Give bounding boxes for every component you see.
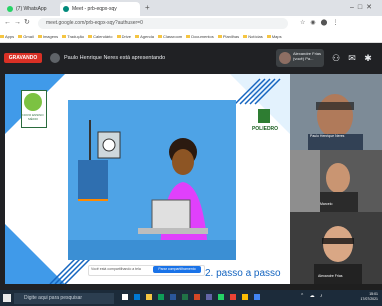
bookmark-item[interactable]: Agenda — [135, 34, 154, 39]
bookmark-item[interactable]: Imagens — [38, 34, 58, 39]
leaf-icon — [24, 93, 42, 111]
bookmark-item[interactable]: Maps — [267, 34, 282, 39]
taskbar-search[interactable]: Digite aqui para pesquisar — [14, 293, 114, 304]
extension-icons[interactable]: ☆◉⬤⋮ — [300, 19, 343, 26]
logo-text: NOVO ENSINO MÉDIO — [22, 113, 44, 121]
slide-caption: 2. passo a passo — [205, 268, 281, 279]
whatsapp-icon[interactable] — [218, 294, 224, 300]
windows-start-icon[interactable] — [3, 294, 11, 302]
participant-tile[interactable]: Alexandre Frias — [290, 212, 382, 284]
people-icon[interactable]: ⚇ — [330, 52, 342, 64]
window-controls[interactable]: –□✕ — [350, 3, 376, 11]
bookmark-item[interactable]: Apps — [0, 34, 14, 39]
tab-label: (7) WhatsApp — [16, 6, 47, 12]
participant-name: Marcelo — [320, 202, 333, 206]
word-icon[interactable] — [170, 294, 176, 300]
participant-name: Paulo Henrique Neres — [310, 134, 345, 138]
excel-icon[interactable] — [182, 294, 188, 300]
bookmark-item[interactable]: Tradução — [62, 34, 84, 39]
participant-tile[interactable]: Marcelo — [290, 150, 382, 212]
bookmark-item[interactable]: Calendário — [88, 34, 112, 39]
powerpoint-icon[interactable] — [194, 294, 200, 300]
browser-tab-bar: (7) WhatsApp Meet - prb-eqpx-sqy + –□✕ — [0, 0, 382, 16]
bookmark-item[interactable]: Classroom — [158, 34, 182, 39]
taskbar-clock[interactable]: 15:01 17/07/2021 — [348, 292, 378, 302]
participant-video — [290, 150, 382, 212]
tab-label: Meet - prb-eqpx-sqy — [72, 6, 117, 12]
participant-tile[interactable]: Paulo Henrique Neres — [290, 74, 382, 150]
bookmark-item[interactable]: Planilhas — [218, 34, 239, 39]
bookmark-item[interactable]: Documentos — [186, 34, 213, 39]
slide-illustration — [68, 100, 236, 260]
bookmark-item[interactable]: Gmail — [18, 34, 33, 39]
tab-whatsapp[interactable]: (7) WhatsApp — [4, 2, 58, 16]
edge-icon[interactable] — [134, 294, 140, 300]
chat-icon[interactable]: ✉ — [346, 52, 358, 64]
bookmarks-bar: Apps Gmail Imagens Tradução Calendário D… — [0, 31, 382, 43]
app-icon[interactable] — [242, 294, 248, 300]
screenshare-status: Você está compartilhando a tela — [91, 267, 141, 271]
clock-date: 17/07/2021 — [360, 297, 378, 301]
taskview-icon[interactable] — [122, 294, 128, 300]
tab-meet[interactable]: Meet - prb-eqpx-sqy — [60, 2, 140, 16]
app-icon[interactable] — [230, 294, 236, 300]
app-icon[interactable] — [254, 294, 260, 300]
meet-icon — [63, 6, 69, 12]
recording-badge[interactable]: GRAVANDO — [4, 53, 42, 63]
self-name: Alexandre Frias (você) Pa... — [293, 51, 322, 61]
presenter-avatar — [50, 53, 60, 63]
url-field[interactable]: meet.google.com/prb-eqpx-sqy?authuser=0 — [38, 18, 288, 29]
poliedro-logo-icon — [258, 109, 270, 123]
teams-icon[interactable] — [206, 294, 212, 300]
whatsapp-icon — [7, 6, 13, 12]
participant-video — [290, 74, 382, 150]
avatar — [279, 52, 291, 64]
system-tray-icons[interactable]: ⌃ ☁ ♪ — [300, 293, 324, 299]
presenter-status: Paulo Henrique Neres está apresentando — [64, 55, 166, 61]
activities-icon[interactable]: ✱ — [362, 52, 374, 64]
bookmark-item[interactable]: Drive — [117, 34, 131, 39]
nav-buttons[interactable]: ←→↻ — [4, 18, 33, 26]
bookmark-item[interactable]: Notícias — [243, 34, 262, 39]
chrome-icon[interactable] — [158, 294, 164, 300]
participant-name: Alexandre Frias — [318, 274, 343, 278]
poliedro-logo-text: POLIEDRO — [251, 126, 279, 132]
new-tab-button[interactable]: + — [145, 3, 150, 12]
student-computer-illustration — [68, 100, 236, 260]
folder-icon[interactable] — [146, 294, 152, 300]
stop-sharing-button[interactable]: Parar compartilhamento — [153, 266, 201, 273]
